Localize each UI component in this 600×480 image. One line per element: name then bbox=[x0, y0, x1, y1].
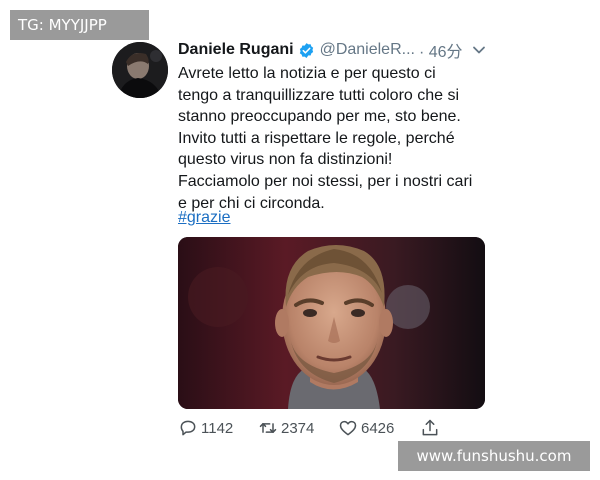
chevron-down-icon[interactable] bbox=[471, 42, 487, 58]
verified-badge-icon bbox=[299, 42, 313, 58]
watermark-top-left: TG: MYYJJPP bbox=[10, 10, 149, 40]
tweet-text-line: Invito tutti a rispettare le regole, per… bbox=[178, 129, 455, 147]
watermark-bottom-right: www.funshushu.com bbox=[398, 441, 590, 471]
share-icon bbox=[422, 419, 438, 436]
tweet-text-line: Avrete letto la notizia e per questo ci bbox=[178, 65, 436, 82]
tweet-photo[interactable] bbox=[178, 237, 485, 409]
retweet-button[interactable]: 2374 bbox=[258, 417, 314, 439]
like-count: 6426 bbox=[361, 419, 395, 437]
retweet-count: 2374 bbox=[281, 419, 315, 437]
author-handle[interactable]: @DanieleR... bbox=[320, 41, 415, 59]
reply-count: 1142 bbox=[201, 419, 234, 437]
tweet-text-line: tengo a tranquillizzare tutti coloro che… bbox=[178, 86, 460, 104]
like-button[interactable]: 6426 bbox=[338, 417, 394, 439]
retweet-icon bbox=[259, 423, 277, 433]
tweet-text-line: questo virus non fa distinzioni! bbox=[178, 151, 393, 169]
tweet-time[interactable]: · 46分 bbox=[419, 38, 463, 62]
avatar-image bbox=[112, 42, 168, 98]
tweet-header: Daniele Rugani @DanieleR... · 46分 bbox=[178, 38, 463, 62]
tweet-text-line: Facciamolo per noi stessi, per i nostri … bbox=[178, 172, 473, 190]
tweet-text: Avrete letto la notizia e per questo ci … bbox=[178, 63, 498, 214]
player-photo bbox=[178, 237, 485, 409]
reply-icon bbox=[180, 420, 196, 436]
hashtag-link[interactable]: #grazie bbox=[178, 207, 230, 229]
avatar[interactable] bbox=[112, 42, 168, 98]
reply-button[interactable]: 1142 bbox=[178, 417, 233, 439]
tweet-text-line: stanno preoccupando per me, sto bene. bbox=[178, 108, 461, 126]
heart-icon bbox=[339, 420, 357, 436]
share-button[interactable] bbox=[420, 417, 443, 439]
author-name[interactable]: Daniele Rugani bbox=[178, 41, 294, 59]
